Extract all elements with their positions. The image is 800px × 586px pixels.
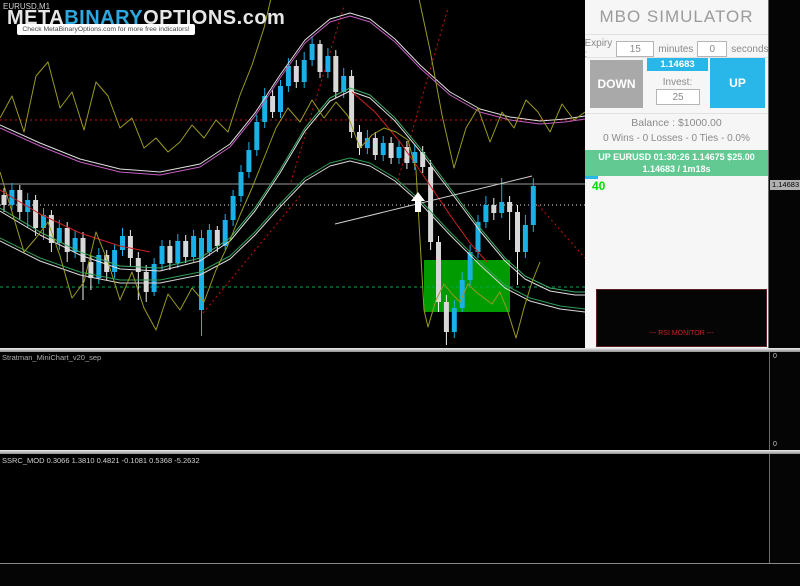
mini-axis-zero-top: 0 [773,353,777,360]
win-loss-stats: 0 Wins - 0 Losses - 0 Ties - 0.0% [603,133,750,144]
open-trade-banner: UP EURUSD 01:30:26 1.14675 $25.00 1.1468… [585,150,768,176]
oscillator-canvas [0,454,769,563]
current-price-tag: 1.14683 [770,180,800,190]
time-axis[interactable] [0,563,800,586]
divider [585,113,768,114]
mini-axis-zero-bottom: 0 [773,441,777,448]
invest-amount-input[interactable] [656,89,700,105]
red-dotted-diagonals [202,5,585,314]
watermark-com: .com [236,7,286,29]
trade-banner-line2: 1.14683 / 1m18s [642,164,711,174]
mini-charts-panel[interactable]: Stratman_MiniChart_v20_sep [0,352,769,450]
trade-banner-line1: UP EURUSD 01:30:26 1.14675 $25.00 [598,152,755,162]
oscillator-panel[interactable]: SSRC_MOD 0.3066 1.3810 0.4821 -0.1081 0.… [0,454,769,563]
minutes-label: minutes [658,43,694,55]
up-arrow-signal [411,192,425,212]
mini-charts-canvas [0,352,769,450]
promo-banner-link[interactable]: Check MetaBinaryOptions.com for more fre… [17,24,195,35]
mbo-simulator-panel: MBO SIMULATOR Expiry : minutes seconds D… [584,0,769,348]
current-price-display: 1.14683 [647,58,708,71]
balance-text: Balance : $1000.00 [631,117,722,129]
up-button[interactable]: UP [710,58,765,108]
oscillator-title: SSRC_MOD 0.3066 1.3810 0.4821 -0.1081 0.… [2,456,200,465]
profit-indicator: 40 [592,179,606,193]
down-button[interactable]: DOWN [590,60,643,108]
main-chart-canvas[interactable] [0,0,585,348]
divider [585,34,768,35]
main-chart-panel[interactable]: EURUSD,M1 METABINARYOPTIONS.com Check Me… [0,0,585,348]
invest-label: Invest: [662,77,693,88]
rsi-monitor-box [596,289,767,347]
mini-axis: 0 0 [769,352,800,450]
simulator-title: MBO SIMULATOR [599,7,754,26]
oscillator-axis [769,454,800,563]
trading-platform-window: EURUSD,M1 METABINARYOPTIONS.com Check Me… [0,0,800,586]
price-axis[interactable]: 1.14683 [768,0,800,348]
rsi-monitor-title: --- RSI MONITOR --- [649,330,714,337]
expiry-minutes-input[interactable] [616,41,655,57]
mini-indicator-label: Stratman_MiniChart_v20_sep [2,353,102,362]
expiry-seconds-input[interactable] [697,41,728,57]
seconds-label: seconds [731,43,769,55]
